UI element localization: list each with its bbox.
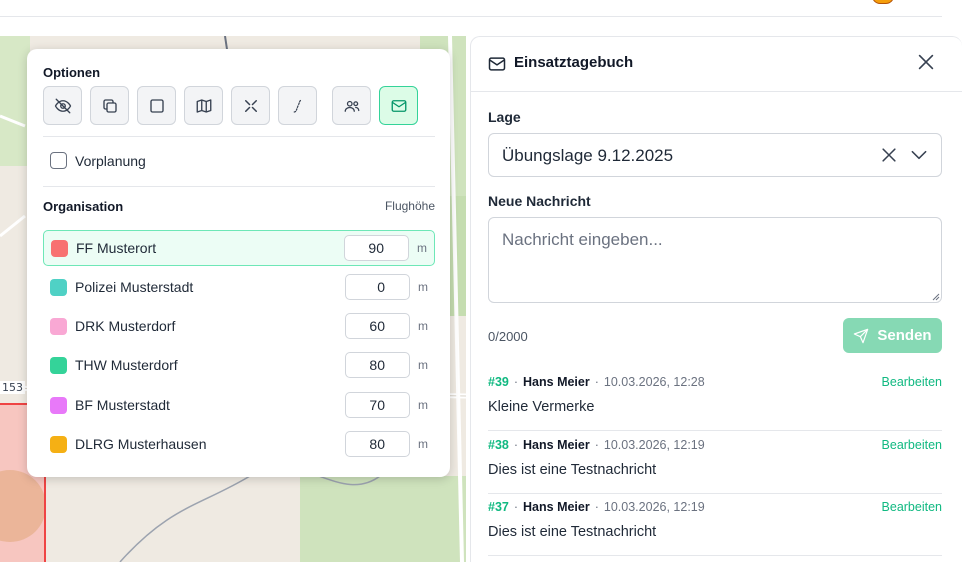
org-row[interactable]: BF Musterstadt 70 m xyxy=(43,387,435,423)
message-item: #39 · Hans Meier · 10.03.2026, 12:28 Bea… xyxy=(488,368,942,431)
top-bar xyxy=(0,0,942,17)
org-name: BF Musterstadt xyxy=(75,397,170,413)
message-time: 10.03.2026, 12:28 xyxy=(603,375,705,389)
close-icon[interactable] xyxy=(915,51,937,73)
route-icon[interactable] xyxy=(278,86,317,125)
map-icon[interactable] xyxy=(184,86,223,125)
vorplanung-label: Vorplanung xyxy=(75,152,146,169)
message-meta: #39 · Hans Meier · 10.03.2026, 12:28 xyxy=(488,375,705,389)
message-time: 10.03.2026, 12:19 xyxy=(603,500,705,514)
message-text: Kleine Vermerke xyxy=(488,399,595,415)
altitude-input[interactable]: 60 xyxy=(345,313,410,339)
mail-icon[interactable] xyxy=(379,86,418,125)
org-row[interactable]: DLRG Musterhausen 80 m xyxy=(43,426,435,462)
message-text: Dies ist eine Testnachricht xyxy=(488,462,657,478)
color-swatch[interactable] xyxy=(50,396,67,414)
message-number: #37 xyxy=(488,500,509,514)
mail-icon xyxy=(488,57,506,71)
organisation-header: Organisation Flughöhe xyxy=(43,199,435,214)
crosshair-icon[interactable] xyxy=(231,86,270,125)
divider xyxy=(43,136,435,137)
message-meta: #37 · Hans Meier · 10.03.2026, 12:19 xyxy=(488,500,705,514)
altitude-unit: m xyxy=(417,241,427,255)
message-author: Hans Meier xyxy=(523,438,590,452)
message-meta: #38 · Hans Meier · 10.03.2026, 12:19 xyxy=(488,438,705,452)
panel-header: Einsatztagebuch xyxy=(471,37,962,92)
message-number: #38 xyxy=(488,438,509,452)
message-item: #37 · Hans Meier · 10.03.2026, 12:19 Bea… xyxy=(488,493,942,556)
altitude-input[interactable]: 90 xyxy=(344,235,409,261)
org-name: THW Musterdorf xyxy=(75,357,178,373)
char-counter: 0/2000 xyxy=(488,329,528,344)
altitude-unit: m xyxy=(418,319,428,333)
lage-value: Übungslage 9.12.2025 xyxy=(502,146,674,165)
altitude-input[interactable]: 80 xyxy=(345,431,410,457)
altitude-unit: m xyxy=(418,437,428,451)
edit-link[interactable]: Bearbeiten xyxy=(882,375,942,389)
options-title: Optionen xyxy=(43,65,101,80)
message-item: #38 · Hans Meier · 10.03.2026, 12:19 Bea… xyxy=(488,431,942,494)
color-swatch[interactable] xyxy=(51,239,68,257)
message-label: Neue Nachricht xyxy=(488,193,591,209)
org-row[interactable]: DRK Musterdorf 60 m xyxy=(43,308,435,344)
message-author: Hans Meier xyxy=(523,375,590,389)
panel-title: Einsatztagebuch xyxy=(514,54,634,71)
message-number: #39 xyxy=(488,375,509,389)
altitude-unit: m xyxy=(418,398,428,412)
send-button[interactable]: Senden xyxy=(843,318,942,353)
edit-link[interactable]: Bearbeiten xyxy=(882,500,942,514)
color-swatch[interactable] xyxy=(50,278,67,296)
altitude-unit: m xyxy=(418,358,428,372)
avatar[interactable] xyxy=(872,0,894,4)
edit-link[interactable]: Bearbeiten xyxy=(882,438,942,452)
message-time: 10.03.2026, 12:19 xyxy=(603,438,705,452)
lage-label: Lage xyxy=(488,109,521,125)
organisation-title: Organisation xyxy=(43,199,124,214)
altitude-input[interactable]: 70 xyxy=(345,392,410,418)
org-name: Polizei Musterstadt xyxy=(75,279,194,295)
org-row[interactable]: FF Musterort 90 m xyxy=(43,230,435,266)
message-text: Dies ist eine Testnachricht xyxy=(488,524,657,540)
org-row[interactable]: Polizei Musterstadt 0 m xyxy=(43,269,435,305)
org-name: FF Musterort xyxy=(76,240,157,256)
square-icon[interactable] xyxy=(137,86,176,125)
color-swatch[interactable] xyxy=(50,317,67,335)
altitude-header: Flughöhe xyxy=(384,199,435,213)
lage-select[interactable]: Übungslage 9.12.2025 xyxy=(488,133,942,177)
org-name: DLRG Musterhausen xyxy=(75,436,207,452)
vorplanung-checkbox[interactable] xyxy=(50,152,67,169)
chevron-down-icon[interactable] xyxy=(909,145,929,165)
message-author: Hans Meier xyxy=(523,500,590,514)
options-toolbar xyxy=(43,86,426,125)
map-road-label: 153 xyxy=(0,381,25,394)
altitude-unit: m xyxy=(418,280,428,294)
org-name: DRK Musterdorf xyxy=(75,318,176,334)
divider xyxy=(43,186,435,187)
message-input[interactable] xyxy=(488,217,942,303)
send-icon xyxy=(854,328,869,343)
einsatztagebuch-panel: Einsatztagebuch Lage Übungslage 9.12.202… xyxy=(470,36,962,562)
users-icon[interactable] xyxy=(332,86,371,125)
options-panel: Optionen Vorplanung Organisation Flughöh… xyxy=(27,49,450,477)
vorplanung-toggle[interactable]: Vorplanung xyxy=(50,152,146,169)
eye-off-icon[interactable] xyxy=(43,86,82,125)
send-label: Senden xyxy=(877,327,932,344)
altitude-input[interactable]: 0 xyxy=(345,274,410,300)
resize-handle-icon[interactable] xyxy=(932,293,940,301)
color-swatch[interactable] xyxy=(50,356,67,374)
layers-icon[interactable] xyxy=(90,86,129,125)
altitude-input[interactable]: 80 xyxy=(345,352,410,378)
org-row[interactable]: THW Musterdorf 80 m xyxy=(43,347,435,383)
clear-icon[interactable] xyxy=(879,145,899,165)
color-swatch[interactable] xyxy=(50,435,67,453)
